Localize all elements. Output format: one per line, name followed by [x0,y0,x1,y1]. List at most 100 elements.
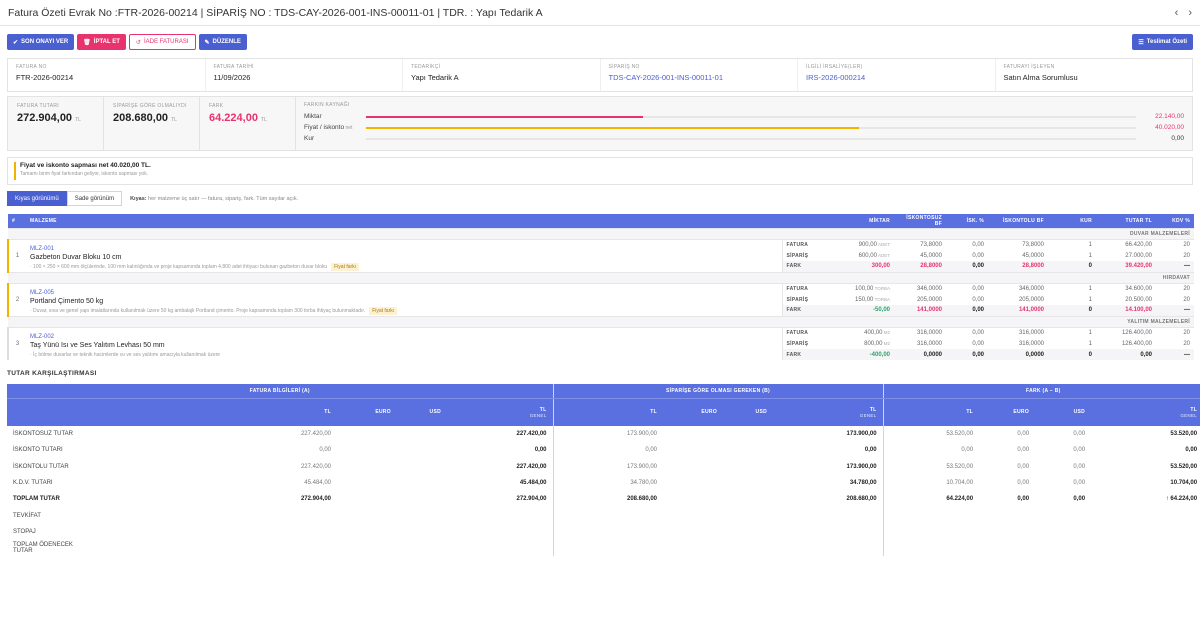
tab-compare-view[interactable]: Kıyas görünümü [7,191,67,206]
comparison-cell: 53.520,00 [1170,431,1198,438]
materials-col-header [782,214,836,228]
summary-label: FARK [209,103,224,109]
comparison-cell [397,491,447,507]
rate-cell: 0 [1048,261,1096,272]
comparison-row: TOPLAM ÖDENECEK TUTAR [7,540,1200,557]
return-invoice-button[interactable]: ↺ İADE FATURASI [128,34,196,50]
comparison-cell [723,524,773,540]
comparison-cell [397,524,447,540]
delivery-summary-label: Teslimat Özeti [1146,39,1187,45]
net-price-cell: 0,0000 [988,349,1048,360]
line-type-label: SİPARİŞ [786,296,809,303]
materials-table: # MALZEME MİKTAR İSKONTOSUZ BF İSK. % İSKONTO… [7,214,1194,360]
comparison-cell [337,491,397,507]
comparison-cell: 0,00 [961,447,974,454]
comparison-cell: 34.780,00 [773,474,884,492]
view-hint: Kıyas: her malzeme üç satır — fatura, si… [130,196,298,202]
comparison-cell [979,524,1035,540]
comparison-cell [663,491,723,507]
order-no-link[interactable]: TDS-CAY-2026-001-INS-00011-01 [609,73,790,82]
delivery-summary-button[interactable]: ☰ Teslimat Özeti [1132,34,1193,50]
info-value: Satın Alma Sorumlusu [1003,73,1078,82]
total-cell: 0,00 [1096,349,1156,360]
comparison-row: İSKONTOLU TUTAR 227.420,00 227.420,00 173.9… [7,458,1200,475]
comparison-row-label: TOPLAM TUTAR [13,496,60,503]
gross-price-cell: 0,0000 [894,349,946,360]
material-name: Portland Çimento 50 kg [30,297,104,305]
gross-price-cell: 205,0000 [916,296,942,303]
comparison-cell: 53.520,00 [946,463,974,470]
alert-title: Fiyat ve iskonto sapması net 40.020,00 T… [20,162,151,169]
line-type-label: FATURA [786,329,809,336]
qty-cell: -400,00 [836,349,894,360]
material-group-row: HIRDAVAT [8,271,1194,284]
discount-cell: 0,00 [972,241,984,248]
chevron-right-icon[interactable]: › [1188,7,1192,19]
comparison-col-header: TL [883,398,980,426]
invoice-info-strip: FATURA NO FTR-2026-00214 FATURA TARİHİ 11/… [7,58,1193,92]
comparison-cell [1035,524,1091,540]
waybill-link[interactable]: IRS-2026-000214 [806,73,987,82]
comparison-cell [883,540,979,556]
material-code-link[interactable]: MLZ-005 [30,290,778,296]
comparison-cell [447,540,554,557]
comparison-row-label: STOPAJ [13,528,36,535]
approve-button[interactable]: ✔ SON ONAYI VER [7,34,75,50]
info-label: İLGİLİ İRSALİYE(LER) [806,64,863,70]
comparison-cell [397,426,447,442]
comparison-cell [723,475,773,491]
diff-source-row: Kur 0,00 [304,133,1184,144]
comparison-cell: 10.704,00 [946,480,974,487]
col-subheader: GENEL [859,412,877,418]
comparison-cell [773,523,884,541]
comparison-row: STOPAJ [7,523,1200,541]
diff-source-bar [366,115,1136,118]
discount-cell: 0,00 [972,329,984,336]
line-type-label: FARK [782,305,836,316]
material-line-row: 1 MLZ-001 Gazbeton Duvar Bloku 10 cm · 100 … [7,239,1194,272]
chevron-left-icon[interactable]: ‹ [1175,7,1179,19]
info-invoice-no: FATURA NO FTR-2026-00214 [8,59,206,91]
comparison-cell: 0,00 [1017,463,1030,470]
comparison-cell [1035,507,1091,523]
vat-cell: 20 [1183,296,1190,303]
material-code-link[interactable]: MLZ-002 [30,334,778,340]
comparison-cell [1091,540,1200,556]
vat-cell: — [1156,305,1194,316]
diff-source-amount: 0,00 [1171,135,1184,142]
alert-subtitle: Tamamı birim fiyat farkından geliyor, is… [20,171,149,177]
record-nav: ‹ › [1175,7,1192,19]
currency-unit: TL [75,117,81,123]
material-group-label: HIRDAVAT [8,271,1194,284]
cancel-button[interactable]: 🗑 İPTAL ET [77,34,126,50]
materials-col-header: TUTAR TL [1096,214,1156,228]
comparison-cell [397,540,447,556]
comparison-cell [397,459,447,475]
materials-col-header: # [8,214,26,228]
summary-value: 272.904,00 TL [17,112,94,124]
price-diff-badge: Fiyat farkı [331,262,360,271]
edit-button[interactable]: ✎ DÜZENLE [198,34,247,50]
total-cell: 20.500,00 [1125,296,1152,303]
discount-cell: 0,00 [972,340,984,347]
comparison-cell: 173.900,00 [773,458,884,475]
diff-source-name: Miktar [304,113,322,120]
comparison-cell [663,475,723,491]
comparison-table: FATURA BİLGİLERİ (A) SİPARİŞE GÖRE OLMAS… [7,384,1200,557]
comparison-cell [397,442,447,458]
discount-cell: 0,00 [946,349,988,360]
info-label: TEDARİKÇİ [411,64,441,70]
tab-simple-view[interactable]: Sade görünüm [66,191,123,206]
comparison-cell [337,540,397,556]
comparison-cell [337,475,397,491]
comparison-row-label: İSKONTOLU TUTAR [13,463,69,470]
material-code-link[interactable]: MLZ-001 [30,246,778,252]
vat-cell: 20 [1183,285,1190,292]
comparison-cell: 0,00 [1073,480,1086,487]
undo-icon: ↺ [135,39,141,46]
info-label: FATURAYI İŞLEYEN [1003,64,1055,70]
unit-label: ADET [876,241,890,247]
discount-cell: 0,00 [946,261,988,272]
qty-cell: 150,00 TORBA [855,296,890,303]
comparison-col-header: EURO [979,398,1036,426]
